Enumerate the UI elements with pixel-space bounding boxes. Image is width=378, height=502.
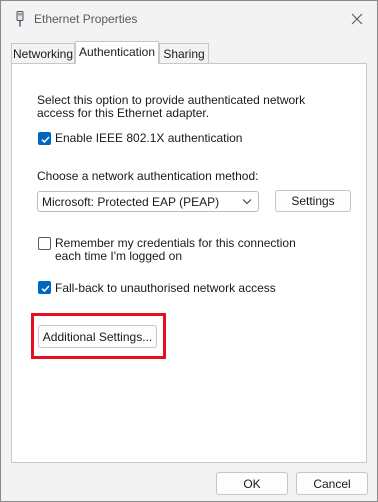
checkmark-icon — [41, 285, 50, 293]
cancel-button[interactable]: Cancel — [296, 472, 368, 495]
fallback-checkbox[interactable] — [38, 281, 51, 294]
network-adapter-icon — [13, 11, 27, 27]
close-icon — [351, 13, 363, 25]
enable-8021x-label[interactable]: Enable IEEE 802.1X authentication — [55, 132, 242, 145]
authentication-method-select[interactable]: Microsoft: Protected EAP (PEAP) — [37, 191, 259, 212]
chevron-down-icon — [242, 199, 252, 205]
authentication-description: Select this option to provide authentica… — [37, 93, 306, 120]
settings-button[interactable]: Settings — [275, 190, 351, 212]
authentication-panel: Select this option to provide authentica… — [11, 63, 367, 463]
method-select-value: Microsoft: Protected EAP (PEAP) — [42, 195, 220, 209]
method-label: Choose a network authentication method: — [37, 169, 259, 183]
fallback-label[interactable]: Fall-back to unauthorised network access — [55, 282, 276, 295]
ethernet-properties-dialog: Ethernet Properties Networking Authentic… — [0, 0, 378, 502]
highlight-box — [31, 313, 166, 359]
tab-authentication[interactable]: Authentication — [75, 41, 159, 64]
tab-networking[interactable]: Networking — [11, 43, 75, 63]
window-title: Ethernet Properties — [34, 12, 138, 26]
checkmark-icon — [41, 136, 50, 144]
ok-button[interactable]: OK — [216, 472, 288, 495]
remember-credentials-checkbox[interactable] — [38, 237, 51, 250]
tab-sharing[interactable]: Sharing — [159, 43, 209, 63]
remember-credentials-label[interactable]: Remember my credentials for this connect… — [55, 237, 325, 263]
title-bar: Ethernet Properties — [1, 1, 377, 37]
enable-8021x-checkbox[interactable] — [38, 132, 51, 145]
close-button[interactable] — [347, 9, 367, 29]
dialog-footer: OK Cancel — [1, 463, 377, 501]
